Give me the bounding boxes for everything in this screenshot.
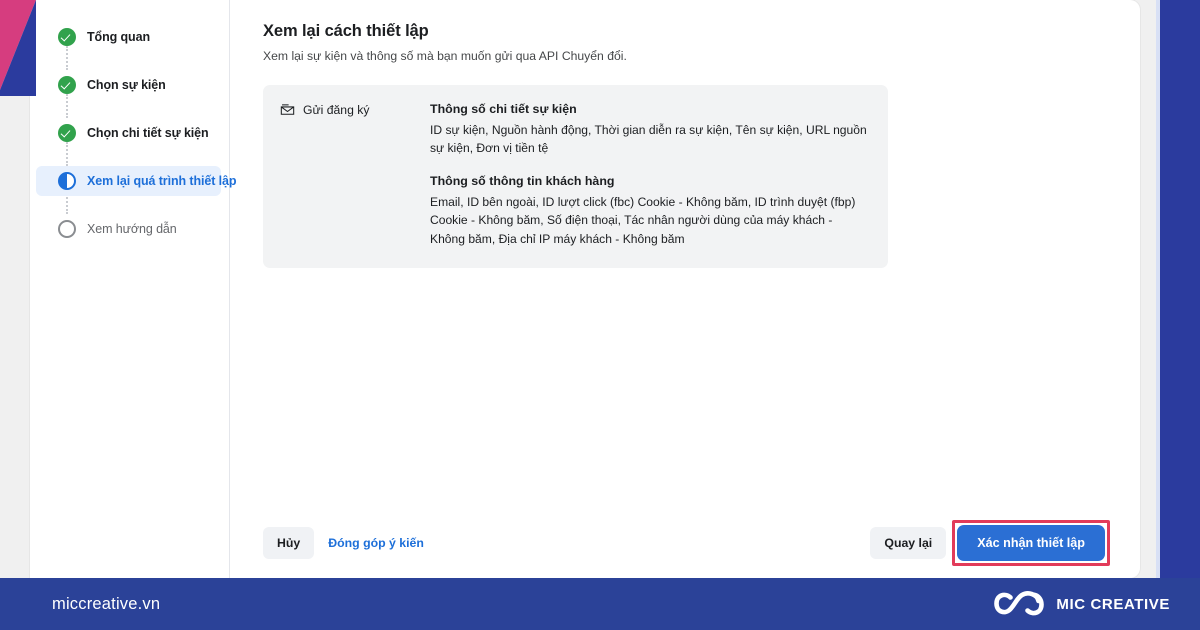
footer-right-actions: Quay lại Xác nhận thiết lập — [870, 520, 1110, 566]
page-subtitle: Xem lại sự kiện và thông số mà bạn muốn … — [263, 49, 627, 63]
parameter-group-values: Email, ID bên ngoài, ID lượt click (fbc)… — [430, 194, 856, 246]
parameter-group-heading: Thông số thông tin khách hàng — [430, 173, 615, 188]
sidebar-step-tong-quan[interactable]: Tổng quan — [30, 22, 229, 52]
empty-circle-icon — [58, 220, 76, 238]
parameter-group-heading: Thông số chi tiết sự kiện — [430, 102, 577, 116]
parameter-group: Thông số thông tin khách hàng Email, ID … — [430, 174, 868, 248]
sidebar-step-label: Chọn sự kiện — [87, 78, 166, 92]
back-button[interactable]: Quay lại — [870, 527, 947, 559]
infinity-loops-logo-icon — [994, 591, 1045, 616]
summary-event-column: Gửi đăng ký — [280, 102, 430, 248]
check-circle-icon — [58, 28, 76, 46]
summary-event-label: Gửi đăng ký — [303, 103, 370, 117]
brand-name-text: MIC CREATIVE — [1056, 595, 1170, 613]
half-circle-icon — [58, 172, 76, 190]
corner-decoration — [0, 0, 36, 96]
brand-banner: miccreative.vn MIC CREATIVE — [0, 578, 1200, 630]
cancel-button[interactable]: Hủy — [263, 527, 315, 559]
footer-action-bar: Hủy Đóng góp ý kiến Quay lại Xác nhận th… — [263, 514, 1110, 578]
setup-wizard-card: Tổng quan Chọn sự kiện Chọn chi tiết sự … — [30, 0, 1140, 578]
check-circle-icon — [58, 76, 76, 94]
brand-website-text: miccreative.vn — [52, 594, 161, 613]
brand-logo-group: MIC CREATIVE — [993, 589, 1170, 619]
parameter-group: Thông số chi tiết sự kiện ID sự kiện, Ng… — [430, 102, 868, 158]
sidebar-step-label: Xem hướng dẫn — [87, 222, 177, 236]
sidebar-step-xem-huong-dan[interactable]: Xem hướng dẫn — [30, 214, 229, 244]
summary-parameters-column: Thông số chi tiết sự kiện ID sự kiện, Ng… — [430, 102, 868, 248]
envelope-icon — [280, 104, 295, 115]
confirm-setup-button[interactable]: Xác nhận thiết lập — [957, 525, 1105, 561]
sidebar-step-chon-su-kien[interactable]: Chọn sự kiện — [30, 70, 229, 100]
sidebar-step-label: Chọn chi tiết sự kiện — [87, 126, 209, 140]
feedback-link-button[interactable]: Đóng góp ý kiến — [320, 527, 432, 559]
page-title: Xem lại cách thiết lập — [263, 22, 429, 40]
sidebar-step-xem-lai-qua-trinh-thiet-lap[interactable]: Xem lại quá trình thiết lập — [36, 166, 237, 196]
sidebar-step-label: Tổng quan — [87, 30, 150, 44]
wizard-stepper-sidebar: Tổng quan Chọn sự kiện Chọn chi tiết sự … — [30, 0, 237, 578]
footer-left-actions: Hủy Đóng góp ý kiến — [263, 527, 432, 559]
sidebar-step-chon-chi-tiet-su-kien[interactable]: Chọn chi tiết sự kiện — [30, 118, 229, 148]
sidebar-step-label: Xem lại quá trình thiết lập — [87, 174, 237, 188]
right-blue-strip — [1156, 0, 1200, 578]
confirm-button-wrapper: Xác nhận thiết lập — [952, 520, 1110, 566]
setup-summary-panel: Gửi đăng ký Thông số chi tiết sự kiện ID… — [263, 85, 888, 268]
main-content-panel: Xem lại cách thiết lập Xem lại sự kiện v… — [230, 0, 1140, 578]
check-circle-icon — [58, 124, 76, 142]
parameter-group-values: ID sự kiện, Nguồn hành động, Thời gian d… — [430, 123, 867, 156]
